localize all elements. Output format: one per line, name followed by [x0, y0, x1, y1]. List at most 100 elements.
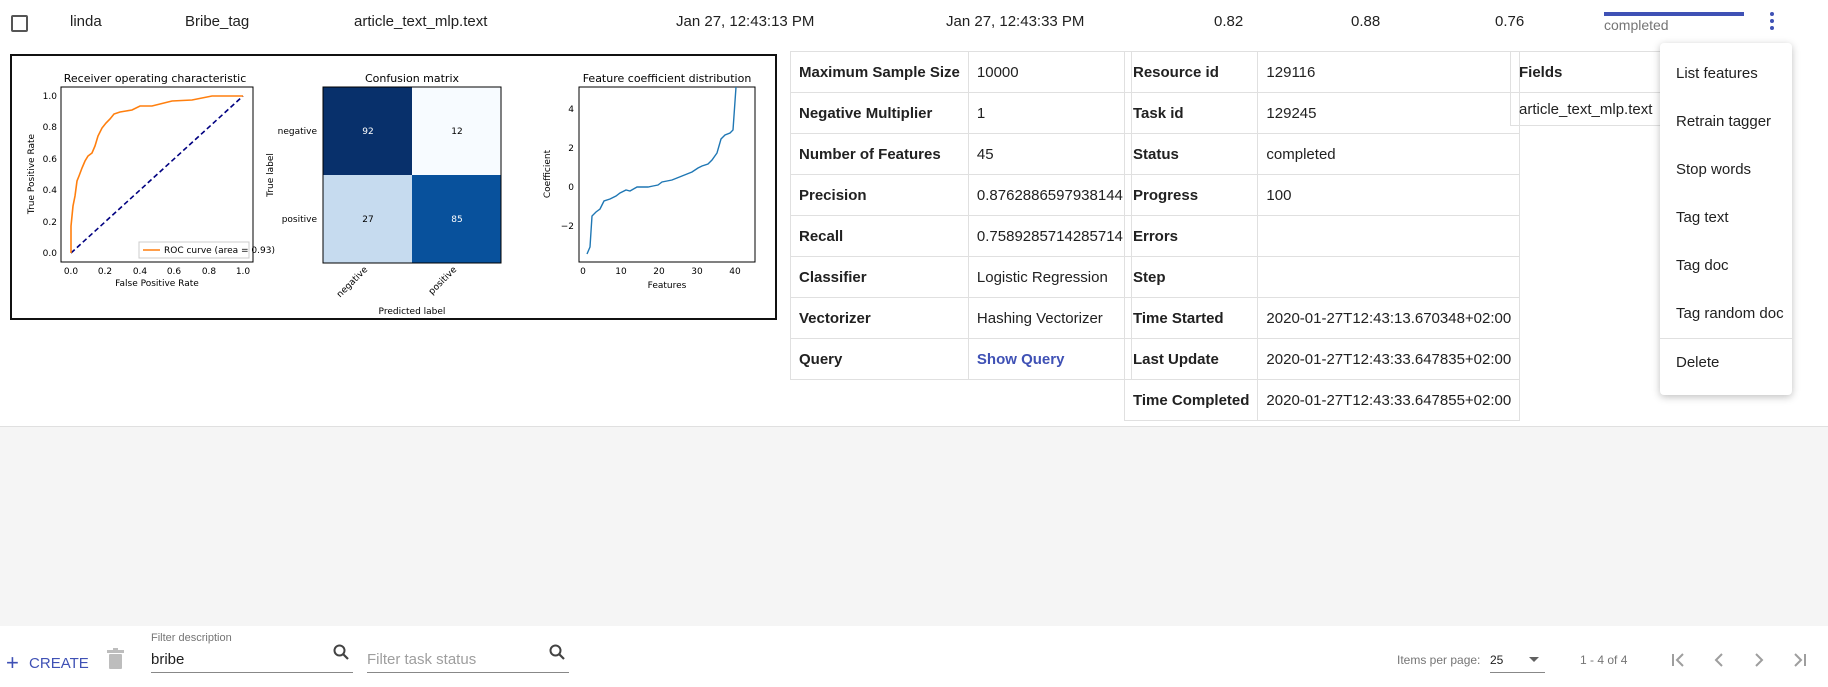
table-row: Maximum Sample Size 10000 [790, 51, 1132, 93]
coef-title: Feature coefficient distribution [583, 72, 752, 85]
roc-plot: Receiver operating characteristic 0.0 0.… [27, 72, 275, 289]
svg-text:2: 2 [568, 144, 574, 154]
menu-item-retrain-tagger[interactable]: Retrain tagger [1676, 113, 1771, 130]
svg-text:30: 30 [691, 267, 703, 277]
time-started-cell: Jan 27, 12:43:13 PM [676, 13, 815, 30]
table-row: Time Completed 2020-01-27T12:43:33.647855… [1123, 379, 1521, 421]
coef-xticks: 0 10 20 30 40 [580, 267, 741, 277]
menu-item-stop-words[interactable]: Stop words [1676, 161, 1751, 178]
svg-text:10: 10 [615, 267, 627, 277]
filter-status-input[interactable]: Filter task status [367, 651, 476, 668]
time-completed-cell: Jan 27, 12:43:33 PM [946, 13, 1085, 30]
coef-ylabel: Coefficient [543, 149, 553, 198]
table-row: Step [1123, 256, 1521, 298]
more-options-icon[interactable] [1766, 12, 1778, 34]
table-row: Recall 0.7589285714285714 [790, 215, 1132, 257]
coef-xlabel: Features [648, 281, 687, 291]
table-footer: + CREATE Filter description bribe Filter… [0, 626, 1828, 687]
table-row: Status completed [1123, 133, 1521, 175]
last-page-icon[interactable] [1790, 651, 1808, 674]
plots-svg: Receiver operating characteristic 0.0 0.… [27, 72, 756, 317]
filter-description-label: Filter description [151, 632, 232, 644]
table-row: Last Update 2020-01-27T12:43:33.647835+02… [1123, 338, 1521, 380]
table-row: Number of Features 45 [790, 133, 1132, 175]
table-row: Resource id 129116 [1123, 51, 1521, 93]
svg-text:4: 4 [568, 105, 574, 115]
menu-item-tag-doc[interactable]: Tag doc [1676, 257, 1729, 274]
author-cell: linda [70, 13, 102, 30]
fields-value: article_text_mlp.text [1510, 92, 1670, 126]
cm-xlabel: Predicted label [379, 307, 446, 317]
items-per-page-underline [1490, 672, 1545, 673]
chevron-down-icon[interactable] [1529, 657, 1539, 662]
task-actions-menu: List features Retrain tagger Stop words … [1660, 43, 1792, 395]
svg-text:0: 0 [568, 183, 574, 193]
progress-fill [1604, 12, 1744, 16]
svg-text:0.8: 0.8 [202, 267, 217, 277]
coef-plot: Feature coefficient distribution 0 10 20… [543, 72, 756, 291]
svg-text:0.8: 0.8 [43, 123, 58, 133]
table-row: Negative Multiplier 1 [790, 92, 1132, 134]
roc-diagonal [70, 95, 244, 254]
filter-description-input[interactable]: bribe [151, 651, 184, 668]
menu-item-list-features[interactable]: List features [1676, 65, 1758, 82]
svg-text:−2: −2 [561, 222, 574, 232]
cm-ylabel-positive: positive [282, 215, 318, 225]
confusion-title: Confusion matrix [365, 72, 460, 85]
content-background [0, 426, 1828, 627]
search-icon[interactable] [333, 644, 349, 665]
cm-xlabel-negative: negative [335, 265, 370, 300]
svg-text:0.0: 0.0 [64, 267, 79, 277]
progress-bar [1604, 12, 1744, 16]
coef-yticks: 4 2 0 −2 [561, 105, 575, 232]
items-per-page-select[interactable]: 25 [1490, 653, 1503, 667]
task-info-table: Resource id 129116 Task id 129245 Status co… [1123, 51, 1521, 421]
cm-ylabel-negative: negative [278, 127, 318, 137]
next-page-icon[interactable] [1750, 651, 1768, 674]
paginator-range: 1 - 4 of 4 [1580, 653, 1628, 667]
svg-text:0.4: 0.4 [133, 267, 148, 277]
roc-title: Receiver operating characteristic [64, 72, 247, 85]
table-row: Classifier Logistic Regression [790, 256, 1132, 298]
svg-text:1.0: 1.0 [43, 92, 58, 102]
menu-item-tag-text[interactable]: Tag text [1676, 209, 1729, 226]
svg-text:0.2: 0.2 [43, 218, 57, 228]
recall-cell: 0.76 [1495, 13, 1525, 30]
table-row: Fields [1510, 51, 1670, 93]
description-cell: Bribe_tag [185, 13, 250, 30]
filter-description-underline [151, 672, 353, 673]
svg-text:1.0: 1.0 [236, 267, 251, 277]
table-row: Query Show Query [790, 338, 1132, 380]
delete-icon[interactable] [107, 648, 124, 670]
precision-cell: 0.88 [1351, 13, 1381, 30]
table-row: Precision 0.8762886597938144 [790, 174, 1132, 216]
show-query-link[interactable]: Show Query [977, 351, 1065, 368]
menu-item-tag-random-doc[interactable]: Tag random doc [1676, 305, 1784, 322]
table-row: Time Started 2020-01-27T12:43:13.670348+0… [1123, 297, 1521, 339]
roc-ylabel: True Positive Rate [27, 133, 37, 215]
first-page-icon[interactable] [1670, 651, 1688, 674]
search-icon[interactable] [549, 644, 565, 665]
filter-status-underline [367, 672, 569, 673]
previous-page-icon[interactable] [1710, 651, 1728, 674]
status-text: completed [1604, 17, 1669, 33]
row-checkbox[interactable] [11, 15, 28, 32]
svg-text:0.6: 0.6 [43, 155, 58, 165]
fields-header: Fields [1510, 51, 1670, 93]
cm-value-00: 92 [362, 127, 373, 137]
roc-xlabel: False Positive Rate [115, 279, 199, 289]
roc-legend: ROC curve (area = 0.93) [164, 246, 275, 256]
roc-xticks: 0.0 0.2 0.4 0.6 0.8 1.0 [64, 267, 251, 277]
svg-text:40: 40 [729, 267, 741, 277]
tagger-plots-image: Receiver operating characteristic 0.0 0.… [10, 54, 777, 320]
table-row: Task id 129245 [1123, 92, 1521, 134]
coef-line [586, 86, 737, 255]
cm-value-10: 27 [362, 215, 373, 225]
svg-text:0.4: 0.4 [43, 186, 58, 196]
menu-item-delete[interactable]: Delete [1676, 354, 1719, 371]
f1-cell: 0.82 [1214, 13, 1244, 30]
svg-text:0.6: 0.6 [167, 267, 182, 277]
svg-text:0.2: 0.2 [98, 267, 112, 277]
create-button[interactable]: + CREATE [6, 648, 89, 675]
task-row[interactable]: linda Bribe_tag article_text_mlp.text Ja… [0, 0, 1828, 44]
